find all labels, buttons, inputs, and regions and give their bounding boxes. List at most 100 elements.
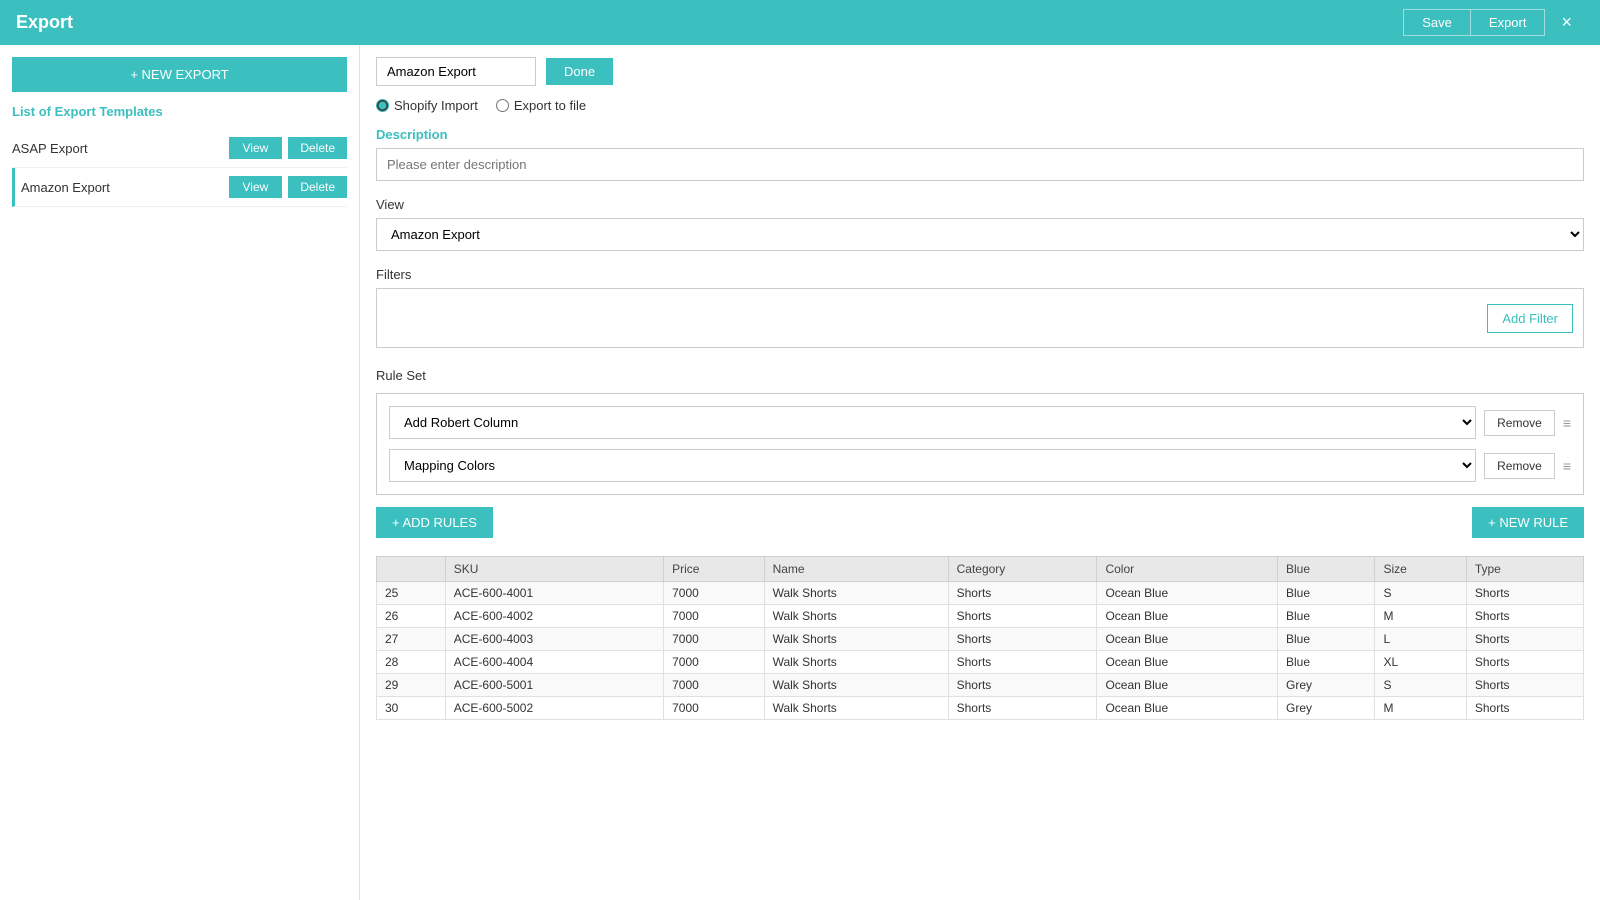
cell-blue: Blue <box>1278 582 1375 605</box>
template-name-asap: ASAP Export <box>12 141 229 156</box>
cell-size: S <box>1375 674 1466 697</box>
data-table: SKU Price Name Category Color Blue Size … <box>376 556 1584 720</box>
header: Export Save Export × <box>0 0 1600 45</box>
description-input[interactable] <box>376 148 1584 181</box>
close-button[interactable]: × <box>1549 7 1584 38</box>
top-bar: Done <box>376 57 1584 86</box>
cell-category: Shorts <box>948 674 1097 697</box>
cell-blue: Grey <box>1278 674 1375 697</box>
col-price: Price <box>664 557 764 582</box>
ruleset-label: Rule Set <box>376 368 1584 383</box>
view-button-amazon[interactable]: View <box>229 176 283 198</box>
cell-sku: ACE-600-4004 <box>445 651 663 674</box>
template-actions-amazon: View Delete <box>229 176 347 198</box>
radio-shopify-label: Shopify Import <box>394 98 478 113</box>
header-actions: Save Export × <box>1403 7 1584 38</box>
cell-num: 28 <box>377 651 446 674</box>
main-content: Done Shopify Import Export to file Descr… <box>360 45 1600 900</box>
col-blue: Blue <box>1278 557 1375 582</box>
cell-size: L <box>1375 628 1466 651</box>
rule-row-2: Mapping Colors Add Robert Column Custom … <box>389 449 1571 482</box>
main-layout: + NEW EXPORT List of Export Templates AS… <box>0 45 1600 900</box>
cell-size: M <box>1375 697 1466 720</box>
view-label: View <box>376 197 1584 212</box>
cell-sku: ACE-600-5001 <box>445 674 663 697</box>
cell-blue: Grey <box>1278 697 1375 720</box>
page-title: Export <box>16 12 73 33</box>
table-row: 28 ACE-600-4004 7000 Walk Shorts Shorts … <box>377 651 1584 674</box>
view-button-asap[interactable]: View <box>229 137 283 159</box>
cell-name: Walk Shorts <box>764 582 948 605</box>
template-item-asap: ASAP Export View Delete <box>12 129 347 168</box>
cell-name: Walk Shorts <box>764 674 948 697</box>
save-button[interactable]: Save <box>1403 9 1470 36</box>
cell-num: 25 <box>377 582 446 605</box>
cell-blue: Blue <box>1278 651 1375 674</box>
description-label: Description <box>376 127 1584 142</box>
sidebar: + NEW EXPORT List of Export Templates AS… <box>0 45 360 900</box>
delete-button-amazon[interactable]: Delete <box>288 176 347 198</box>
rule-select-2[interactable]: Mapping Colors Add Robert Column Custom … <box>389 449 1476 482</box>
cell-sku: ACE-600-4002 <box>445 605 663 628</box>
cell-color: Ocean Blue <box>1097 697 1278 720</box>
cell-sku: ACE-600-4003 <box>445 628 663 651</box>
export-name-input[interactable] <box>376 57 536 86</box>
cell-category: Shorts <box>948 628 1097 651</box>
drag-icon-2: ≡ <box>1563 458 1571 474</box>
cell-type: Shorts <box>1466 605 1583 628</box>
remove-button-2[interactable]: Remove <box>1484 453 1555 479</box>
col-type: Type <box>1466 557 1583 582</box>
cell-color: Ocean Blue <box>1097 605 1278 628</box>
col-num <box>377 557 446 582</box>
add-filter-button[interactable]: Add Filter <box>1487 304 1573 333</box>
new-export-button[interactable]: + NEW EXPORT <box>12 57 347 92</box>
done-button[interactable]: Done <box>546 58 613 85</box>
radio-group: Shopify Import Export to file <box>376 98 1584 113</box>
col-category: Category <box>948 557 1097 582</box>
radio-file-input[interactable] <box>496 99 509 112</box>
cell-color: Ocean Blue <box>1097 582 1278 605</box>
table-row: 29 ACE-600-5001 7000 Walk Shorts Shorts … <box>377 674 1584 697</box>
cell-sku: ACE-600-5002 <box>445 697 663 720</box>
template-actions-asap: View Delete <box>229 137 347 159</box>
cell-type: Shorts <box>1466 697 1583 720</box>
cell-category: Shorts <box>948 605 1097 628</box>
cell-type: Shorts <box>1466 582 1583 605</box>
cell-color: Ocean Blue <box>1097 651 1278 674</box>
view-select[interactable]: Amazon Export Default View Custom View <box>376 218 1584 251</box>
export-button[interactable]: Export <box>1470 9 1546 36</box>
cell-price: 7000 <box>664 651 764 674</box>
template-name-amazon: Amazon Export <box>21 180 229 195</box>
col-name: Name <box>764 557 948 582</box>
cell-num: 26 <box>377 605 446 628</box>
table-row: 30 ACE-600-5002 7000 Walk Shorts Shorts … <box>377 697 1584 720</box>
cell-size: S <box>1375 582 1466 605</box>
table-row: 27 ACE-600-4003 7000 Walk Shorts Shorts … <box>377 628 1584 651</box>
delete-button-asap[interactable]: Delete <box>288 137 347 159</box>
radio-file[interactable]: Export to file <box>496 98 586 113</box>
filters-label: Filters <box>376 267 1584 282</box>
cell-sku: ACE-600-4001 <box>445 582 663 605</box>
cell-size: M <box>1375 605 1466 628</box>
cell-price: 7000 <box>664 628 764 651</box>
rule-select-1[interactable]: Add Robert Column Mapping Colors Custom … <box>389 406 1476 439</box>
cell-num: 27 <box>377 628 446 651</box>
new-rule-button[interactable]: + NEW RULE <box>1472 507 1584 538</box>
bottom-action-bar: + ADD RULES + NEW RULE <box>376 507 1584 548</box>
add-rules-button[interactable]: + ADD RULES <box>376 507 493 538</box>
col-color: Color <box>1097 557 1278 582</box>
cell-blue: Blue <box>1278 605 1375 628</box>
radio-shopify[interactable]: Shopify Import <box>376 98 478 113</box>
cell-blue: Blue <box>1278 628 1375 651</box>
template-item-amazon: Amazon Export View Delete <box>12 168 347 207</box>
drag-icon-1: ≡ <box>1563 415 1571 431</box>
radio-shopify-input[interactable] <box>376 99 389 112</box>
remove-button-1[interactable]: Remove <box>1484 410 1555 436</box>
cell-type: Shorts <box>1466 651 1583 674</box>
col-sku: SKU <box>445 557 663 582</box>
cell-color: Ocean Blue <box>1097 628 1278 651</box>
cell-category: Shorts <box>948 651 1097 674</box>
cell-category: Shorts <box>948 582 1097 605</box>
cell-name: Walk Shorts <box>764 605 948 628</box>
cell-type: Shorts <box>1466 674 1583 697</box>
